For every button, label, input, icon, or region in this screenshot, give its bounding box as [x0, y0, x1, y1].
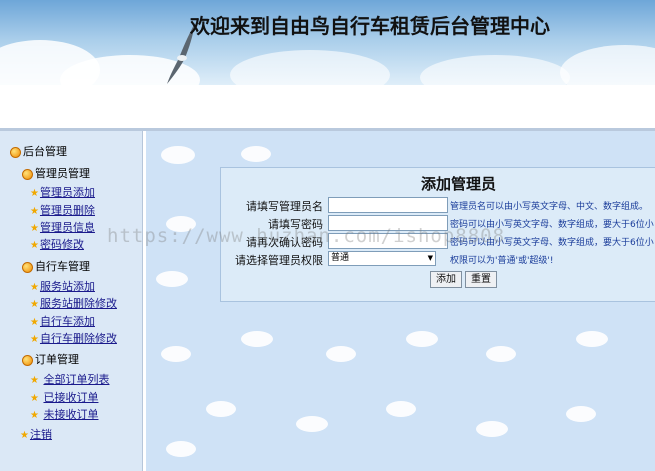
sidebar-section-admin: 管理员管理 — [22, 165, 90, 181]
logout-link[interactable]: 注销 — [30, 428, 52, 441]
watermark-text: https://www.huzhan.com/ishop8808 — [107, 225, 506, 247]
role-selected-value: 普通 — [331, 253, 350, 263]
sidebar-nav: 后台管理 管理员管理 ★管理员添加 ★管理员删除 ★管理员信息 ★密码修改 自行… — [0, 131, 143, 471]
sidebar-link[interactable]: 已接收订单 — [43, 391, 98, 404]
orb-icon — [10, 146, 21, 158]
dropdown-arrow-icon: ▼ — [427, 254, 433, 262]
sidebar-link[interactable]: 自行车添加 — [40, 315, 95, 328]
sidebar-link[interactable]: 自行车删除修改 — [40, 332, 117, 345]
orb-icon — [22, 261, 33, 273]
star-icon: ★ — [30, 334, 39, 345]
star-icon: ★ — [30, 223, 39, 234]
sidebar-item-received-orders[interactable]: ★ 已接收订单 — [30, 389, 98, 405]
reset-button[interactable]: 重置 — [465, 271, 497, 288]
star-icon: ★ — [30, 375, 39, 386]
star-icon: ★ — [30, 188, 39, 199]
sidebar-item-pending-orders[interactable]: ★ 未接收订单 — [30, 406, 98, 422]
star-icon: ★ — [30, 317, 39, 328]
sidebar-root-label: 后台管理 — [23, 145, 67, 158]
page-title: 欢迎来到自由鸟自行车租赁后台管理中心 — [190, 14, 550, 38]
sidebar-section-label: 订单管理 — [35, 353, 79, 366]
header-banner: 欢迎来到自由鸟自行车租赁后台管理中心 — [0, 0, 655, 85]
sidebar-item-admin-info[interactable]: ★管理员信息 — [30, 219, 95, 235]
sidebar-link[interactable]: 密码修改 — [40, 238, 84, 251]
sidebar-section-bike: 自行车管理 — [22, 258, 90, 274]
sidebar-section-orders: 订单管理 — [22, 351, 79, 367]
sidebar-link[interactable]: 服务站删除修改 — [40, 297, 117, 310]
sidebar-section-label: 管理员管理 — [35, 167, 90, 180]
star-icon: ★ — [30, 299, 39, 310]
username-label: 请填写管理员名 — [246, 200, 323, 213]
role-label: 请选择管理员权限 — [235, 254, 323, 267]
star-icon: ★ — [30, 240, 39, 251]
sidebar-link[interactable]: 服务站添加 — [40, 280, 95, 293]
sidebar-item-admin-delete[interactable]: ★管理员删除 — [30, 202, 95, 218]
star-icon: ★ — [30, 393, 39, 404]
sidebar-link[interactable]: 未接收订单 — [43, 408, 98, 421]
sidebar-item-admin-add[interactable]: ★管理员添加 — [30, 184, 95, 200]
sidebar-root: 后台管理 — [10, 143, 67, 159]
sidebar-item-bike-add[interactable]: ★自行车添加 — [30, 313, 95, 329]
sidebar-link[interactable]: 管理员删除 — [40, 204, 95, 217]
role-select[interactable]: 普通 ▼ — [328, 251, 436, 266]
star-icon: ★ — [30, 282, 39, 293]
sidebar-item-password[interactable]: ★密码修改 — [30, 236, 84, 252]
sidebar-link[interactable]: 管理员添加 — [40, 186, 95, 199]
sidebar-item-station-add[interactable]: ★服务站添加 — [30, 278, 95, 294]
sidebar-item-logout[interactable]: ★注销 — [20, 426, 52, 442]
username-hint: 管理员名可以由小写英文字母、中文、数字组成。 — [450, 202, 649, 212]
add-button[interactable]: 添加 — [430, 271, 462, 288]
sidebar-item-station-edit[interactable]: ★服务站删除修改 — [30, 295, 117, 311]
sidebar-item-bike-edit[interactable]: ★自行车删除修改 — [30, 330, 117, 346]
username-input[interactable] — [328, 197, 448, 213]
star-icon: ★ — [30, 410, 39, 421]
form-title: 添加管理员 — [421, 175, 497, 193]
star-icon: ★ — [20, 430, 29, 441]
orb-icon — [22, 168, 33, 180]
sidebar-item-all-orders[interactable]: ★ 全部订单列表 — [30, 371, 109, 387]
sidebar-link[interactable]: 全部订单列表 — [43, 373, 109, 386]
sidebar-section-label: 自行车管理 — [35, 260, 90, 273]
star-icon: ★ — [30, 206, 39, 217]
sidebar-link[interactable]: 管理员信息 — [40, 221, 95, 234]
role-hint: 权限可以为'普通'或'超级'! — [450, 256, 554, 266]
orb-icon — [22, 354, 33, 366]
main-content: 添加管理员 请填写管理员名 管理员名可以由小写英文字母、中文、数字组成。 请填写… — [146, 131, 655, 471]
